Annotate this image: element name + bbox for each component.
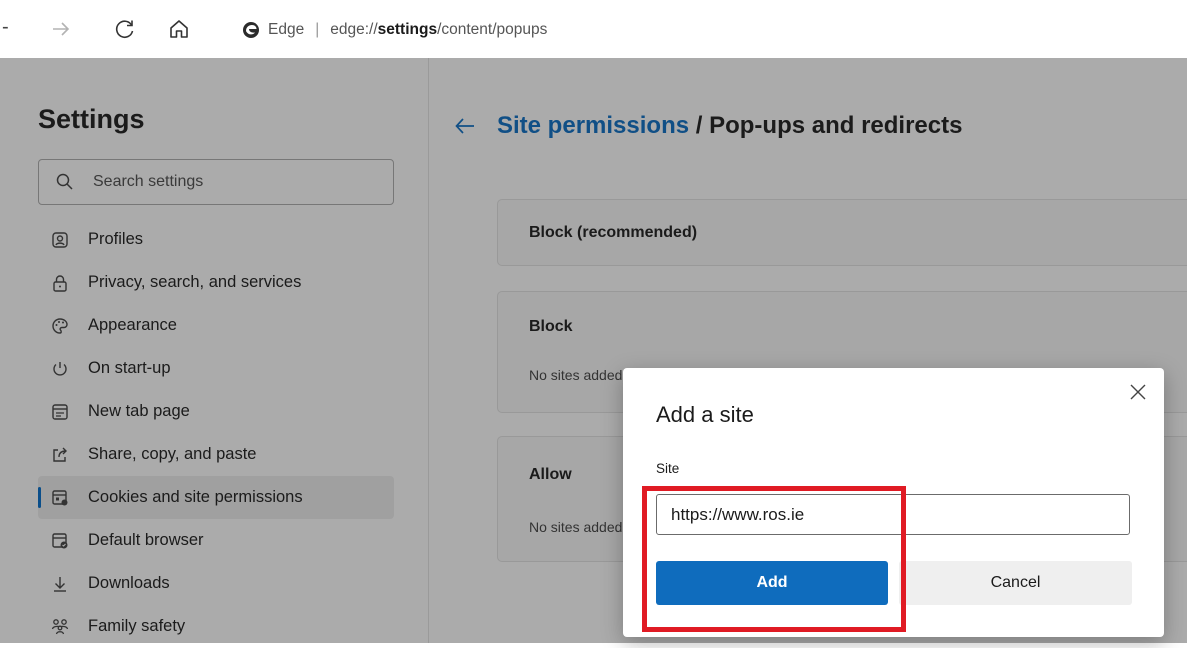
sidebar-item-privacy[interactable]: Privacy, search, and services: [38, 261, 394, 304]
settings-title: Settings: [38, 104, 145, 134]
sidebar-item-appearance[interactable]: Appearance: [38, 304, 394, 347]
profile-icon: [50, 230, 70, 250]
block-title: Block: [529, 318, 573, 335]
cookies-icon: [50, 488, 70, 508]
sidebar-item-family[interactable]: Family safety: [38, 605, 394, 648]
sidebar-item-label: Appearance: [88, 316, 177, 334]
search-icon: [56, 173, 73, 190]
settings-nav: Profiles Privacy, search, and services A…: [38, 218, 394, 648]
sidebar-item-label: Family safety: [88, 617, 186, 635]
sidebar-item-startup[interactable]: On start-up: [38, 347, 394, 390]
home-icon[interactable]: [162, 12, 196, 46]
sidebar-item-label: Cookies and site permissions: [88, 488, 303, 506]
sidebar-item-label: New tab page: [88, 402, 190, 420]
search-input[interactable]: [91, 172, 375, 192]
allow-title: Allow: [529, 466, 572, 483]
lock-icon: [50, 273, 70, 293]
breadcrumb-link-site-permissions[interactable]: Site permissions: [497, 112, 689, 140]
forward-arrow-icon[interactable]: [44, 12, 78, 46]
sidebar-item-label: Share, copy, and paste: [88, 445, 257, 463]
sidebar-item-share[interactable]: Share, copy, and paste: [38, 433, 394, 476]
sidebar-item-label: Downloads: [88, 574, 170, 592]
add-site-dialog: Add a site Site Add Cancel: [623, 368, 1164, 637]
settings-sidebar: Settings Profiles Privacy, search, and s…: [0, 58, 429, 643]
site-field-label: Site: [656, 461, 680, 476]
site-input[interactable]: [656, 494, 1130, 535]
sidebar-item-label: Privacy, search, and services: [88, 273, 302, 291]
sidebar-item-default-browser[interactable]: Default browser: [38, 519, 394, 562]
download-icon: [50, 574, 70, 594]
breadcrumb: Site permissions / Pop-ups and redirects: [453, 112, 962, 140]
url-text: edge://settings/content/popups: [330, 21, 548, 38]
block-recommended-card[interactable]: Block (recommended): [497, 199, 1187, 266]
address-bar[interactable]: Edge | edge://settings/content/popups: [242, 18, 547, 42]
dialog-title: Add a site: [656, 402, 754, 427]
browser-toolbar: - Edge | edge://settings/content/popups: [0, 0, 1187, 58]
new-tab-icon: [50, 402, 70, 422]
sidebar-item-cookies[interactable]: Cookies and site permissions: [38, 476, 394, 519]
sidebar-item-label: On start-up: [88, 359, 171, 377]
edge-logo-icon: [243, 22, 259, 38]
block-recommended-label: Block (recommended): [529, 224, 698, 241]
address-separator: |: [315, 21, 320, 38]
close-icon[interactable]: [1127, 381, 1149, 403]
back-arrow-icon[interactable]: -: [2, 16, 9, 39]
site-identity: Edge: [268, 21, 305, 38]
search-settings-box[interactable]: [38, 159, 394, 205]
allow-empty-text: No sites added: [529, 519, 623, 535]
share-icon: [50, 445, 70, 465]
page-title: / Pop-ups and redirects: [689, 112, 963, 139]
sidebar-item-downloads[interactable]: Downloads: [38, 562, 394, 605]
block-empty-text: No sites added: [529, 367, 623, 383]
cancel-button[interactable]: Cancel: [899, 561, 1132, 605]
default-browser-icon: [50, 531, 70, 551]
palette-icon: [50, 316, 70, 336]
back-arrow-icon[interactable]: [453, 114, 477, 138]
sidebar-item-new-tab[interactable]: New tab page: [38, 390, 394, 433]
power-icon: [50, 359, 70, 379]
add-button[interactable]: Add: [656, 561, 888, 605]
sidebar-item-label: Profiles: [88, 230, 144, 248]
family-icon: [50, 617, 70, 637]
refresh-icon[interactable]: [108, 12, 142, 46]
sidebar-item-profiles[interactable]: Profiles: [38, 218, 394, 261]
sidebar-item-label: Default browser: [88, 531, 204, 549]
